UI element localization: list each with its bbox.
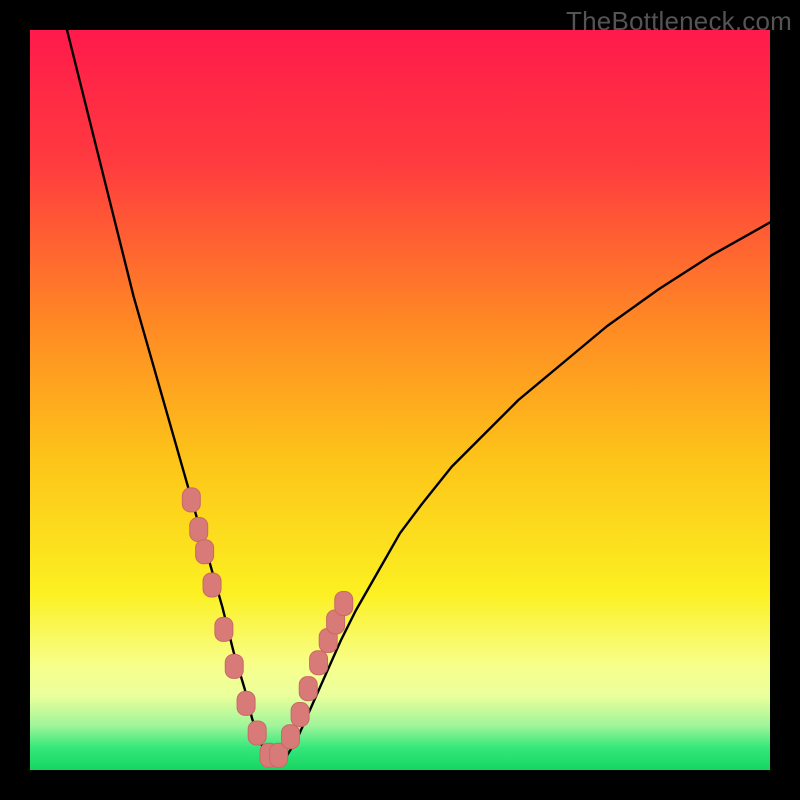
highlight-markers <box>182 488 352 767</box>
marker-dot <box>237 691 255 715</box>
plot-area <box>30 30 770 770</box>
marker-dot <box>203 573 221 597</box>
marker-dot <box>299 677 317 701</box>
bottleneck-curve <box>67 30 770 761</box>
chart-frame: TheBottleneck.com <box>0 0 800 800</box>
curve-layer <box>30 30 770 770</box>
marker-dot <box>196 540 214 564</box>
marker-dot <box>215 617 233 641</box>
marker-dot <box>190 518 208 542</box>
marker-dot <box>182 488 200 512</box>
marker-dot <box>310 651 328 675</box>
marker-dot <box>281 725 299 749</box>
marker-dot <box>291 703 309 727</box>
marker-dot <box>335 592 353 616</box>
marker-dot <box>225 654 243 678</box>
marker-dot <box>248 721 266 745</box>
